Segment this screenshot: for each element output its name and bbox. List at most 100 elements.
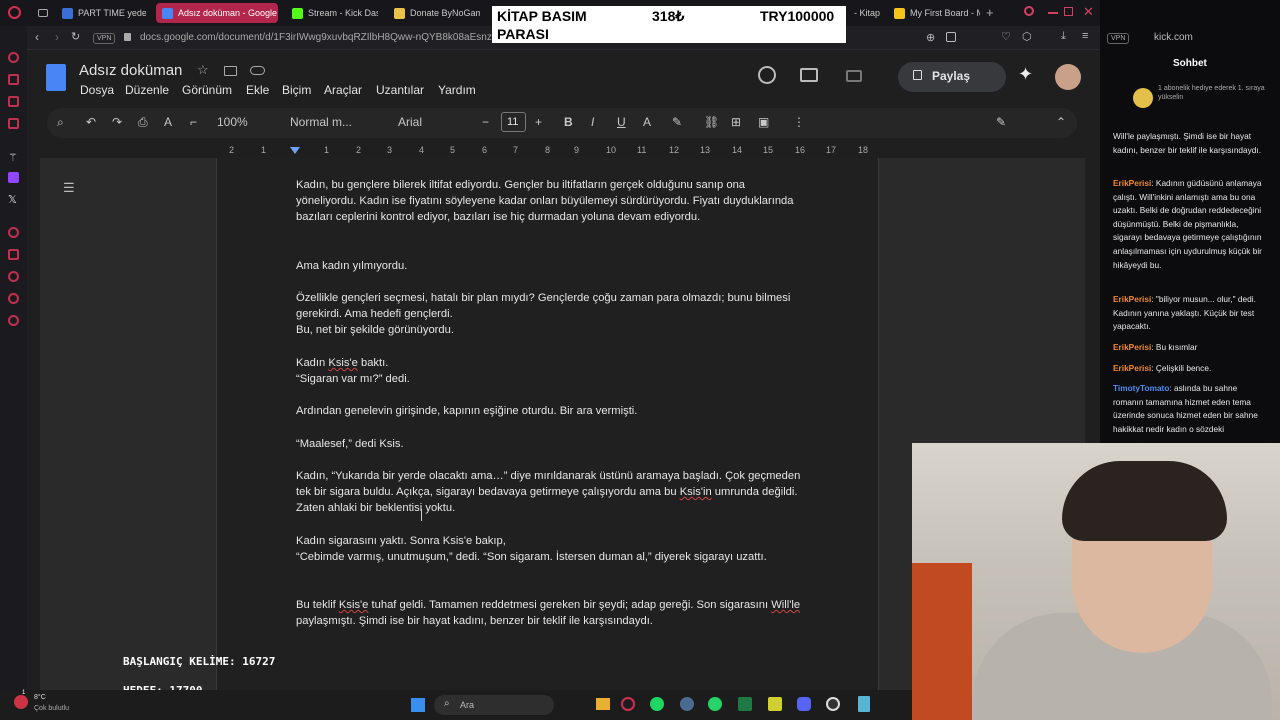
opera-taskbar-icon[interactable]	[621, 697, 635, 711]
sidebar-instagram-icon[interactable]	[8, 96, 19, 107]
notepad-icon[interactable]	[858, 696, 870, 712]
style-select[interactable]: Normal m...	[290, 115, 352, 129]
sidebar-chatgpt-icon[interactable]: ⚚	[8, 151, 18, 164]
steam-icon[interactable]	[680, 697, 694, 711]
search-tabs-icon[interactable]	[1024, 6, 1034, 16]
print-icon[interactable]: ⎙	[138, 115, 148, 130]
sidebar-app-icon[interactable]	[8, 52, 19, 63]
image-icon[interactable]: ▣	[758, 115, 769, 129]
url-field[interactable]: docs.google.com/document/d/1F3irIWwg9xuv…	[140, 32, 517, 43]
paragraph-8b[interactable]: “Cebimde varmış, unutmuşum,” dedi. “Son …	[296, 549, 806, 565]
move-folder-icon[interactable]	[224, 66, 237, 76]
file-explorer-icon[interactable]	[596, 698, 610, 710]
discord-icon[interactable]	[797, 697, 811, 711]
obs-icon[interactable]	[826, 697, 840, 711]
misspelled-word[interactable]: Will'le	[771, 599, 800, 611]
star-icon[interactable]: ☆	[197, 62, 209, 78]
paragraph-4b[interactable]: “Sigaran var mı?” dedi.	[296, 371, 806, 387]
tab-kick-stream[interactable]: Stream - Kick Das	[286, 3, 378, 23]
misspelled-word[interactable]: Ksis'e	[328, 357, 358, 369]
tab-google-docs[interactable]: Adsız doküman - Google	[156, 3, 278, 23]
sidebar-x-icon[interactable]: 𝕏	[8, 193, 17, 206]
undo-icon[interactable]: ↶	[86, 115, 96, 129]
chat-vpn-badge[interactable]: VPN	[1107, 33, 1130, 44]
comments-icon[interactable]	[800, 68, 818, 82]
forward-icon[interactable]: ›	[55, 30, 59, 44]
paragraph-7[interactable]: Kadın, “Yukarıda bir yerde olacaktı ama……	[296, 468, 806, 517]
menu-format[interactable]: Biçim	[282, 83, 311, 97]
spellcheck-icon[interactable]: A	[164, 115, 172, 129]
increase-font-icon[interactable]: +	[535, 115, 542, 129]
menu-tools[interactable]: Araçlar	[324, 83, 362, 97]
document-title[interactable]: Adsız doküman	[79, 62, 182, 79]
vpn-badge[interactable]: VPN	[93, 33, 116, 44]
zoom-select[interactable]: 100%	[217, 115, 248, 129]
paragraph-5[interactable]: Ardından genelevin girişinde, kapının eş…	[296, 403, 806, 419]
opera-logo-icon[interactable]	[8, 6, 21, 19]
version-history-icon[interactable]	[758, 66, 776, 84]
user-avatar[interactable]	[1055, 64, 1081, 90]
reload-icon[interactable]: ↻	[71, 30, 80, 43]
excel-icon[interactable]	[738, 697, 752, 711]
maximize-icon[interactable]	[1064, 7, 1073, 16]
italic-icon[interactable]: I	[591, 115, 594, 129]
snapshot-icon[interactable]	[946, 32, 956, 42]
menu-file[interactable]: Dosya	[80, 83, 114, 97]
sidebar-clock-icon[interactable]	[8, 271, 19, 282]
new-tab-icon[interactable]: +	[986, 5, 994, 20]
paragraph-9[interactable]: Bu teklif Ksis'e tuhaf geldi. Tamamen re…	[296, 597, 806, 629]
notes-icon[interactable]	[768, 697, 782, 711]
tab-kitap[interactable]: - Kitap	[848, 3, 886, 23]
menu-edit[interactable]: Düzenle	[125, 83, 169, 97]
download-icon[interactable]: ⤓	[1061, 30, 1066, 43]
chat-username[interactable]: ErikPerisi	[1113, 178, 1151, 188]
more-options-icon[interactable]: ⋮	[793, 115, 805, 129]
chat-username[interactable]: ErikPerisi	[1113, 342, 1151, 352]
paragraph-8a[interactable]: Kadın sigarasını yaktı. Sonra Ksis'e bak…	[296, 533, 806, 549]
decrease-font-icon[interactable]: −	[482, 115, 489, 129]
taskbar-search[interactable]	[434, 695, 554, 715]
bookmark-icon[interactable]: ♡	[1001, 30, 1011, 43]
add-comment-icon[interactable]: ⊞	[731, 115, 741, 129]
sidebar-cube-icon[interactable]	[8, 293, 19, 304]
paragraph-6[interactable]: “Maalesef,” dedi Ksis.	[296, 436, 806, 452]
sidebar-mail-icon[interactable]	[8, 118, 19, 129]
outline-icon[interactable]: ☰	[63, 180, 75, 196]
tab-my-first-board[interactable]: My First Board - M	[888, 3, 980, 23]
paragraph-4a[interactable]: Kadın Ksis'e baktı.	[296, 355, 806, 371]
meet-icon[interactable]	[846, 70, 862, 82]
bold-icon[interactable]: B	[564, 115, 573, 129]
gemini-icon[interactable]: ✦	[1018, 64, 1033, 85]
weather-icon[interactable]	[14, 695, 28, 709]
ruler-indent-marker-icon[interactable]	[290, 147, 300, 154]
whatsapp-icon[interactable]	[708, 697, 722, 711]
chat-username[interactable]: ErikPerisi	[1113, 363, 1151, 373]
chat-username[interactable]: TimotyTomato	[1113, 383, 1169, 393]
spotify-icon[interactable]	[650, 697, 664, 711]
hide-menus-icon[interactable]: ⌃	[1056, 115, 1066, 129]
chat-username[interactable]: ErikPerisi	[1113, 294, 1151, 304]
paragraph-2[interactable]: Ama kadın yılmıyordu.	[296, 258, 806, 274]
menu-help[interactable]: Yardım	[438, 83, 476, 97]
workspaces-icon[interactable]	[38, 9, 48, 17]
paragraph-1[interactable]: Kadın, bu gençlere bilerek iltifat ediyo…	[296, 177, 806, 226]
zoom-icon[interactable]: ⊕	[926, 31, 935, 44]
docs-logo-icon[interactable]	[46, 64, 66, 91]
sidebar-settings-icon[interactable]	[8, 315, 19, 326]
back-icon[interactable]: ‹	[35, 30, 39, 44]
editing-mode-icon[interactable]: ✎	[996, 115, 1006, 129]
sidebar-messenger-icon[interactable]	[8, 74, 19, 85]
underline-icon[interactable]: U	[617, 115, 626, 129]
extensions-icon[interactable]: ⬡	[1022, 30, 1032, 43]
sidebar-pin-icon[interactable]	[8, 249, 19, 260]
misspelled-word[interactable]: Ksis'in	[680, 486, 712, 498]
search-menus-icon[interactable]: ⌕	[57, 115, 64, 130]
tab-donate[interactable]: Donate ByNoGam	[388, 3, 480, 23]
sub-banner[interactable]: 1 abonelik hediye ederek 1. sıraya yükse…	[1158, 85, 1268, 102]
paint-format-icon[interactable]: ⌐	[190, 115, 197, 129]
close-window-icon[interactable]: ✕	[1083, 4, 1094, 20]
menu-icon[interactable]: ≡	[1082, 30, 1088, 42]
minimize-icon[interactable]	[1048, 12, 1058, 14]
start-button-icon[interactable]	[411, 698, 425, 712]
menu-view[interactable]: Görünüm	[182, 83, 232, 97]
